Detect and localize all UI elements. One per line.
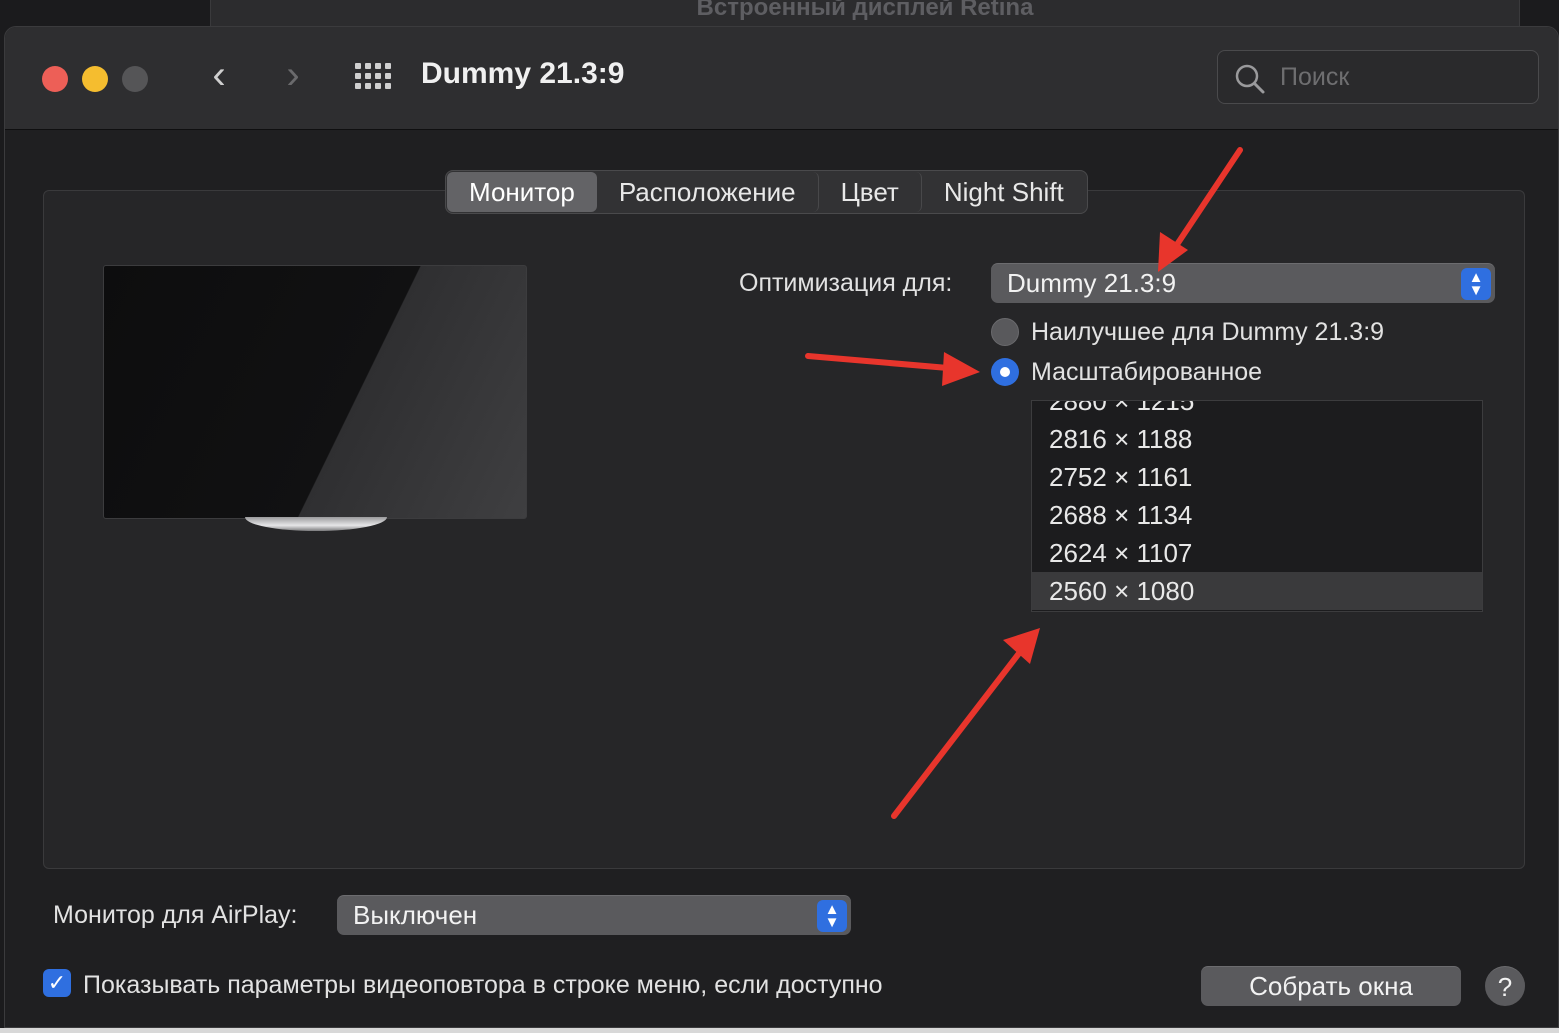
mirroring-checkbox[interactable]: ✓ — [43, 969, 71, 997]
radio-scaled-label: Масштабированное — [1031, 358, 1263, 386]
background-strip — [0, 1028, 1559, 1033]
airplay-popup[interactable]: Выключен ▲ ▼ — [337, 895, 851, 935]
search-field[interactable] — [1217, 50, 1539, 104]
resolution-item[interactable]: 2880 × 1215 — [1032, 401, 1482, 420]
resolution-list[interactable]: 2880 × 1215 2816 × 1188 2752 × 1161 2688… — [1031, 400, 1483, 612]
tab-night-shift[interactable]: Night Shift — [922, 172, 1086, 212]
resolution-item[interactable]: 2688 × 1134 — [1032, 496, 1482, 534]
help-button[interactable]: ? — [1485, 966, 1525, 1006]
minimize-window-button[interactable] — [82, 66, 108, 92]
monitor-illustration — [103, 265, 527, 519]
show-all-grid-icon[interactable] — [355, 63, 391, 93]
zoom-window-button[interactable] — [122, 66, 148, 92]
airplay-popup-value: Выключен — [353, 900, 478, 930]
resolution-item[interactable]: 2624 × 1107 — [1032, 534, 1482, 572]
radio-best-for-display[interactable] — [991, 318, 1019, 346]
resolution-item[interactable]: 2752 × 1161 — [1032, 458, 1482, 496]
resolution-item-selected[interactable]: 2560 × 1080 — [1032, 572, 1482, 610]
tab-arrangement[interactable]: Расположение — [597, 172, 819, 212]
close-window-button[interactable] — [42, 66, 68, 92]
forward-chevron-icon[interactable]: › — [273, 55, 313, 99]
tab-monitor[interactable]: Монитор — [447, 172, 597, 212]
mirroring-label: Показывать параметры видеоповтора в стро… — [83, 971, 883, 999]
radio-best-label: Наилучшее для Dummy 21.3:9 — [1031, 318, 1385, 346]
resolution-item[interactable]: 2816 × 1188 — [1032, 420, 1482, 458]
optimize-popup[interactable]: Dummy 21.3:9 ▲ ▼ — [991, 263, 1495, 303]
background-window-title: Встроенный дисплей Retina — [696, 0, 1034, 21]
display-preferences-window: ‹ › Dummy 21.3:9 Монитор Расположение Цв… — [4, 26, 1559, 1028]
popup-stepper-icon: ▲ ▼ — [1461, 268, 1491, 300]
popup-stepper-icon: ▲ ▼ — [817, 900, 847, 932]
tab-color[interactable]: Цвет — [819, 172, 922, 212]
airplay-label: Монитор для AirPlay: — [53, 901, 298, 929]
window-title: Dummy 21.3:9 — [421, 57, 625, 90]
title-bar: ‹ › Dummy 21.3:9 — [5, 27, 1558, 130]
search-icon — [1235, 64, 1265, 94]
background-window: Встроенный дисплей Retina — [210, 0, 1520, 26]
optimize-label: Оптимизация для: — [739, 269, 953, 297]
radio-scaled[interactable] — [991, 358, 1019, 386]
back-chevron-icon[interactable]: ‹ — [199, 55, 239, 99]
optimize-popup-value: Dummy 21.3:9 — [1007, 268, 1177, 298]
tab-bar: Монитор Расположение Цвет Night Shift — [445, 170, 1088, 214]
gather-windows-button[interactable]: Собрать окна — [1201, 966, 1461, 1006]
search-input[interactable] — [1280, 63, 1520, 92]
